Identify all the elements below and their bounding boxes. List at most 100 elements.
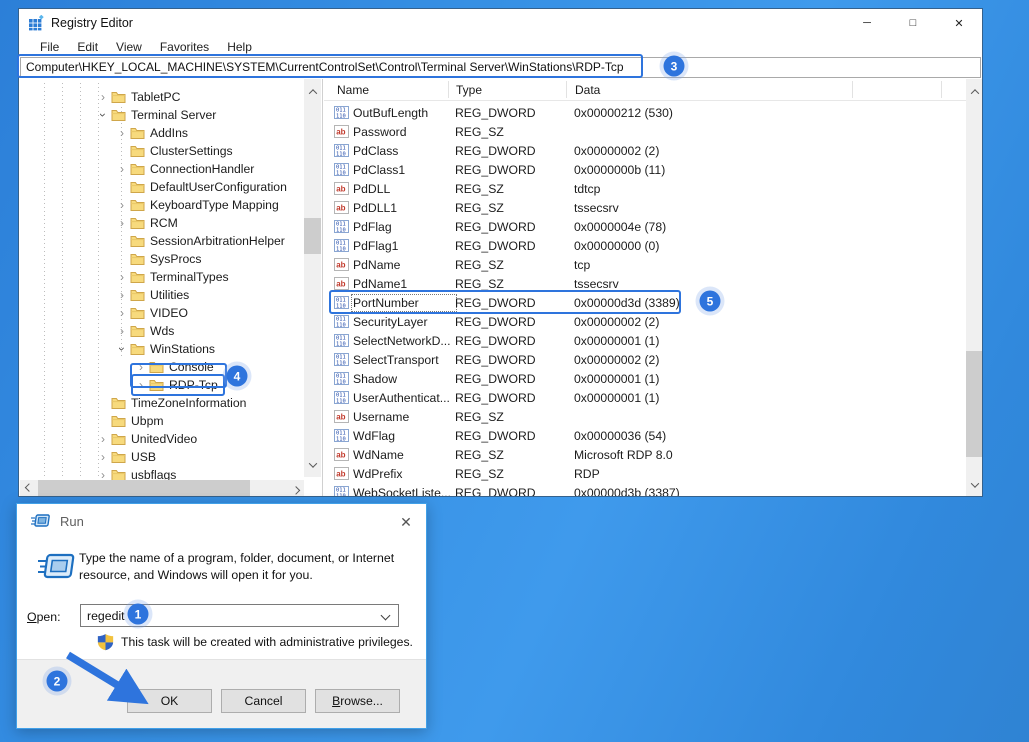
value-row-selectnetworkd-[interactable]: 011110SelectNetworkD...REG_DWORD0x000000… — [324, 331, 966, 350]
scroll-left-arrow-icon[interactable] — [20, 480, 37, 497]
chevron-right-icon[interactable]: › — [95, 470, 111, 480]
column-header-type[interactable]: Type — [456, 83, 482, 97]
value-type: REG_DWORD — [455, 429, 574, 443]
tree-vertical-scrollbar[interactable] — [304, 79, 321, 477]
value-row-outbuflength[interactable]: 011110OutBufLengthREG_DWORD0x00000212 (5… — [324, 103, 966, 122]
list-scrollbar-thumb[interactable] — [966, 351, 983, 457]
value-row-pddll[interactable]: abPdDLLREG_SZtdtcp — [324, 179, 966, 198]
value-row-userauthenticat-[interactable]: 011110UserAuthenticat...REG_DWORD0x00000… — [324, 388, 966, 407]
tree-item-terminal-server[interactable]: ›Terminal Server — [20, 106, 304, 124]
registry-values-pane: Name Type Data 011110OutBufLengthREG_DWO… — [324, 79, 966, 497]
reg-sz-icon: ab — [334, 410, 349, 423]
value-row-websocketliste-[interactable]: 011110WebSocketListe...REG_DWORD0x00000d… — [324, 483, 966, 497]
chevron-right-icon[interactable]: › — [114, 200, 130, 210]
tree-item-sessionarbitrationhelper[interactable]: SessionArbitrationHelper — [20, 232, 304, 250]
value-data: tssecsrv — [574, 277, 966, 291]
chevron-right-icon[interactable]: › — [114, 326, 130, 336]
value-row-pdname[interactable]: abPdNameREG_SZtcp — [324, 255, 966, 274]
tree-item-terminaltypes[interactable]: ›TerminalTypes — [20, 268, 304, 286]
chevron-right-icon[interactable]: › — [133, 362, 149, 372]
chevron-right-icon[interactable]: › — [95, 434, 111, 444]
value-row-shadow[interactable]: 011110ShadowREG_DWORD0x00000001 (1) — [324, 369, 966, 388]
cancel-button[interactable]: Cancel — [221, 689, 306, 713]
chevron-down-icon[interactable]: › — [98, 107, 108, 123]
tree-item-addins[interactable]: ›AddIns — [20, 124, 304, 142]
value-row-wdname[interactable]: abWdNameREG_SZMicrosoft RDP 8.0 — [324, 445, 966, 464]
value-row-wdflag[interactable]: 011110WdFlagREG_DWORD0x00000036 (54) — [324, 426, 966, 445]
scroll-down-arrow-icon[interactable] — [966, 476, 983, 493]
run-description: Type the name of a program, folder, docu… — [79, 550, 414, 584]
scroll-up-arrow-icon[interactable] — [966, 83, 983, 100]
menu-item-favorites[interactable]: Favorites — [151, 40, 218, 54]
close-button[interactable]: ✕ — [936, 9, 982, 37]
scroll-up-arrow-icon[interactable] — [304, 83, 321, 100]
menu-item-help[interactable]: Help — [218, 40, 261, 54]
svg-text:110: 110 — [336, 303, 346, 309]
chevron-right-icon[interactable]: › — [114, 218, 130, 228]
value-row-pdflag1[interactable]: 011110PdFlag1REG_DWORD0x00000000 (0) — [324, 236, 966, 255]
column-divider[interactable] — [566, 81, 567, 98]
value-row-pdname1[interactable]: abPdName1REG_SZtssecsrv — [324, 274, 966, 293]
tree-item-rdp-tcp[interactable]: ›RDP-Tcp — [20, 376, 304, 394]
value-name: WdPrefix — [353, 467, 455, 481]
menu-item-file[interactable]: File — [31, 40, 68, 54]
tree-item-clustersettings[interactable]: ClusterSettings — [20, 142, 304, 160]
scroll-down-arrow-icon[interactable] — [304, 456, 321, 473]
tree-item-defaultuserconfiguration[interactable]: DefaultUserConfiguration — [20, 178, 304, 196]
menu-item-view[interactable]: View — [107, 40, 151, 54]
column-header-name[interactable]: Name — [337, 83, 369, 97]
value-row-selecttransport[interactable]: 011110SelectTransportREG_DWORD0x00000002… — [324, 350, 966, 369]
tree-item-video[interactable]: ›VIDEO — [20, 304, 304, 322]
minimize-button[interactable]: ─ — [844, 9, 890, 37]
value-row-wdprefix[interactable]: abWdPrefixREG_SZRDP — [324, 464, 966, 483]
tree-horizontal-scrollbar[interactable] — [20, 480, 304, 497]
maximize-button[interactable]: □ — [890, 9, 936, 37]
chevron-right-icon[interactable]: › — [114, 290, 130, 300]
chevron-right-icon[interactable]: › — [114, 164, 130, 174]
tree-item-ubpm[interactable]: Ubpm — [20, 412, 304, 430]
tree-item-keyboardtype-mapping[interactable]: ›KeyboardType Mapping — [20, 196, 304, 214]
value-row-pdflag[interactable]: 011110PdFlagREG_DWORD0x0000004e (78) — [324, 217, 966, 236]
list-vertical-scrollbar[interactable] — [966, 79, 983, 497]
tree-item-unitedvideo[interactable]: ›UnitedVideo — [20, 430, 304, 448]
value-row-portnumber[interactable]: 011110PortNumberREG_DWORD0x00000d3d (338… — [324, 293, 966, 312]
folder-icon — [111, 109, 126, 122]
value-type: REG_SZ — [455, 182, 574, 196]
chevron-right-icon[interactable]: › — [114, 308, 130, 318]
value-row-password[interactable]: abPasswordREG_SZ — [324, 122, 966, 141]
folder-icon — [130, 343, 145, 356]
value-row-securitylayer[interactable]: 011110SecurityLayerREG_DWORD0x00000002 (… — [324, 312, 966, 331]
chevron-right-icon[interactable]: › — [95, 452, 111, 462]
value-row-pddll1[interactable]: abPdDLL1REG_SZtssecsrv — [324, 198, 966, 217]
tree-item-timezoneinformation[interactable]: TimeZoneInformation — [20, 394, 304, 412]
tree-item-rcm[interactable]: ›RCM — [20, 214, 304, 232]
value-row-pdclass1[interactable]: 011110PdClass1REG_DWORD0x0000000b (11) — [324, 160, 966, 179]
address-bar[interactable]: Computer\HKEY_LOCAL_MACHINE\SYSTEM\Curre… — [20, 57, 981, 78]
browse-button[interactable]: Browse... — [315, 689, 400, 713]
scroll-right-arrow-icon[interactable] — [287, 480, 304, 497]
run-close-icon[interactable]: ✕ — [394, 510, 418, 534]
chevron-right-icon[interactable]: › — [114, 272, 130, 282]
tree-item-usb[interactable]: ›USB — [20, 448, 304, 466]
menu-item-edit[interactable]: Edit — [68, 40, 107, 54]
chevron-down-icon[interactable] — [381, 611, 391, 621]
tree-item-winstations[interactable]: ›WinStations — [20, 340, 304, 358]
column-divider[interactable] — [448, 81, 449, 98]
tree-hscrollbar-thumb[interactable] — [38, 480, 250, 497]
column-divider[interactable] — [941, 81, 942, 98]
chevron-right-icon[interactable]: › — [114, 128, 130, 138]
tree-scrollbar-thumb[interactable] — [304, 218, 321, 254]
tree-item-tabletpc[interactable]: ›TabletPC — [20, 88, 304, 106]
chevron-right-icon[interactable]: › — [95, 92, 111, 102]
tree-item-sysprocs[interactable]: SysProcs — [20, 250, 304, 268]
chevron-down-icon[interactable]: › — [117, 341, 127, 357]
value-type: REG_DWORD — [455, 353, 574, 367]
chevron-right-icon[interactable]: › — [133, 380, 149, 390]
tree-item-utilities[interactable]: ›Utilities — [20, 286, 304, 304]
tree-item-wds[interactable]: ›Wds — [20, 322, 304, 340]
column-divider[interactable] — [852, 81, 853, 98]
tree-item-connectionhandler[interactable]: ›ConnectionHandler — [20, 160, 304, 178]
column-header-data[interactable]: Data — [575, 83, 600, 97]
value-row-username[interactable]: abUsernameREG_SZ — [324, 407, 966, 426]
value-row-pdclass[interactable]: 011110PdClassREG_DWORD0x00000002 (2) — [324, 141, 966, 160]
